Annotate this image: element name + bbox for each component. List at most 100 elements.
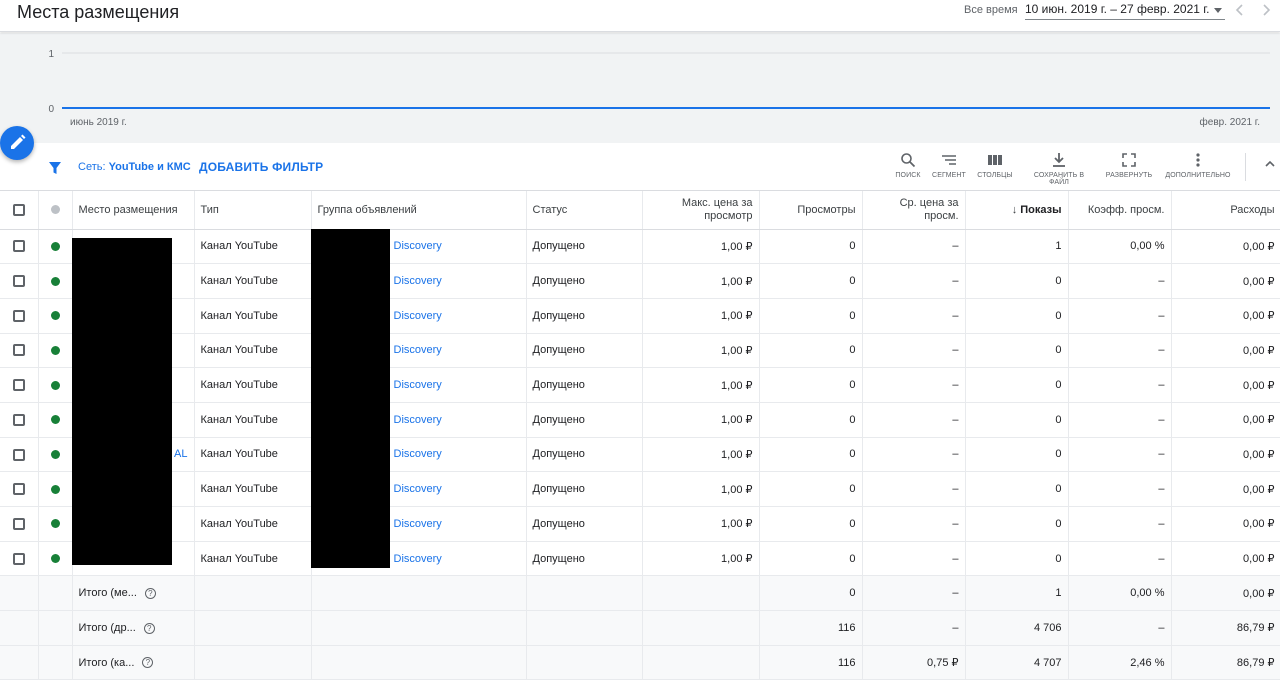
cell-view-rate: – xyxy=(1068,506,1172,542)
redacted-block xyxy=(72,238,172,565)
col-header-avg-cpv[interactable]: Ср. цена за просм. xyxy=(862,191,966,230)
table-row[interactable]: Канал YouTube Discovery Допущено 1,00 ₽0–0–… xyxy=(0,333,1280,369)
add-filter-button[interactable]: ДОБАВИТЬ ФИЛЬТР xyxy=(199,160,323,174)
help-icon[interactable]: ? xyxy=(143,622,155,634)
row-select-cell[interactable] xyxy=(0,541,39,577)
cell-status: Допущено xyxy=(526,437,643,473)
row-checkbox[interactable] xyxy=(12,448,25,461)
more-button[interactable]: ДОПОЛНИТЕЛЬНО xyxy=(1164,152,1232,179)
help-icon[interactable]: ? xyxy=(142,657,154,669)
cell-view-rate: – xyxy=(1068,298,1172,334)
download-button[interactable]: СОХРАНИТЬ В ФАЙЛ xyxy=(1023,152,1095,186)
cell-max-cpv[interactable]: 1,00 ₽ xyxy=(642,229,760,265)
col-header-cost[interactable]: Расходы xyxy=(1171,191,1280,230)
row-checkbox[interactable] xyxy=(12,344,25,357)
fullscreen-button[interactable]: РАЗВЕРНУТЬ xyxy=(1104,152,1154,179)
cell-max-cpv[interactable]: 1,00 ₽ xyxy=(642,367,760,403)
col-header-max-cpv[interactable]: Макс. цена за просмотр xyxy=(642,191,760,230)
row-checkbox[interactable] xyxy=(12,309,25,322)
totals-label-cell: Итого (др...? xyxy=(72,610,195,646)
row-select-cell[interactable] xyxy=(0,333,39,369)
pencil-icon xyxy=(11,134,26,149)
filter-icon[interactable] xyxy=(48,161,62,175)
select-all-cell[interactable] xyxy=(0,191,39,230)
row-select-cell[interactable] xyxy=(0,471,39,507)
totals-empty-cell xyxy=(0,575,39,612)
table-row[interactable]: Канал YouTube Discovery Допущено 1,00 ₽0–0–… xyxy=(0,367,1280,403)
page-header: Места размещения Все время 10 июн. 2019 … xyxy=(0,0,1280,32)
select-all-checkbox[interactable] xyxy=(12,203,25,216)
row-checkbox[interactable] xyxy=(12,552,25,565)
chevron-left-icon[interactable] xyxy=(1233,2,1249,20)
segment-button[interactable]: СЕГМЕНТ xyxy=(930,152,968,179)
row-checkbox[interactable] xyxy=(12,413,25,426)
status-enabled-dot-icon[interactable] xyxy=(50,241,60,251)
totals-label: Итого (ка... xyxy=(78,656,135,669)
row-select-cell[interactable] xyxy=(0,229,39,265)
network-filter-chip[interactable]: Сеть: YouTube и КМС xyxy=(78,161,191,173)
col-header-view-rate[interactable]: Коэфф. просм. xyxy=(1068,191,1172,230)
col-header-views[interactable]: Просмотры xyxy=(759,191,863,230)
row-select-cell[interactable] xyxy=(0,263,39,299)
cell-max-cpv[interactable]: 1,00 ₽ xyxy=(642,263,760,299)
table-header-row: Место размещения Тип Группа объявлений С… xyxy=(0,191,1280,230)
totals-cost: 86,79 ₽ xyxy=(1171,610,1280,646)
row-select-cell[interactable] xyxy=(0,402,39,438)
cell-max-cpv[interactable]: 1,00 ₽ xyxy=(642,333,760,369)
status-enabled-dot-icon[interactable] xyxy=(50,276,60,286)
row-select-cell[interactable] xyxy=(0,437,39,473)
table-row[interactable]: Канал YouTube Discovery Допущено 1,00 ₽0–0–… xyxy=(0,541,1280,577)
help-icon[interactable]: ? xyxy=(144,587,156,599)
totals-views: 116 xyxy=(759,610,863,646)
table-row[interactable]: Канал YouTube Discovery Допущено 1,00 ₽0–0–… xyxy=(0,298,1280,334)
row-checkbox[interactable] xyxy=(12,483,25,496)
status-enabled-dot-icon[interactable] xyxy=(50,484,60,494)
col-header-ad-group[interactable]: Группа объявлений xyxy=(311,191,527,230)
cell-max-cpv[interactable]: 1,00 ₽ xyxy=(642,402,760,438)
row-status-cell xyxy=(38,263,73,299)
row-checkbox[interactable] xyxy=(12,275,25,288)
date-range-picker[interactable]: 10 июн. 2019 г. – 27 февр. 2021 г. xyxy=(1025,2,1225,20)
table-row[interactable]: Канал YouTube Discovery Допущено 1,00 ₽0–0–… xyxy=(0,471,1280,507)
status-enabled-dot-icon[interactable] xyxy=(50,311,60,321)
cell-max-cpv[interactable]: 1,00 ₽ xyxy=(642,541,760,577)
status-enabled-dot-icon[interactable] xyxy=(50,415,60,425)
col-header-type[interactable]: Тип xyxy=(194,191,312,230)
cell-max-cpv[interactable]: 1,00 ₽ xyxy=(642,298,760,334)
search-button[interactable]: ПОИСК xyxy=(893,152,923,179)
cell-cost: 0,00 ₽ xyxy=(1171,471,1280,507)
cell-status: Допущено xyxy=(526,298,643,334)
chevron-down-icon[interactable] xyxy=(1214,8,1222,13)
col-header-impressions[interactable]: ↓ Показы xyxy=(965,191,1069,230)
row-checkbox[interactable] xyxy=(12,240,25,253)
cell-max-cpv[interactable]: 1,00 ₽ xyxy=(642,437,760,473)
cell-avg-cpv: – xyxy=(862,402,966,438)
status-enabled-dot-icon[interactable] xyxy=(50,346,60,355)
row-select-cell[interactable] xyxy=(0,506,39,542)
col-header-status[interactable]: Статус xyxy=(526,191,643,230)
row-checkbox[interactable] xyxy=(12,379,25,392)
status-enabled-dot-icon[interactable] xyxy=(50,519,60,529)
status-enabled-dot-icon[interactable] xyxy=(50,554,60,564)
edit-button[interactable] xyxy=(0,126,34,160)
row-checkbox[interactable] xyxy=(12,517,25,530)
totals-empty-cell xyxy=(526,610,643,646)
table-row[interactable]: Канал YouTube Discovery Допущено 1,00 ₽0–0–… xyxy=(0,506,1280,542)
table-row[interactable]: Канал YouTube Discovery Допущено 1,00 ₽0–1 0… xyxy=(0,229,1280,265)
columns-button[interactable]: СТОЛБЦЫ xyxy=(975,152,1015,179)
table-row[interactable]: Канал YouTube Discovery Допущено 1,00 ₽0–0–… xyxy=(0,402,1280,438)
cell-status: Допущено xyxy=(526,367,643,403)
row-select-cell[interactable] xyxy=(0,367,39,403)
status-enabled-dot-icon[interactable] xyxy=(50,380,60,390)
col-header-placement[interactable]: Место размещения xyxy=(72,191,195,230)
chevron-right-icon[interactable] xyxy=(1259,2,1275,20)
row-select-cell[interactable] xyxy=(0,298,39,334)
status-enabled-dot-icon[interactable] xyxy=(50,450,60,460)
cell-max-cpv[interactable]: 1,00 ₽ xyxy=(642,506,760,542)
table-row[interactable]: Канал YouTube Discovery Допущено 1,00 ₽0–0–… xyxy=(0,263,1280,299)
table-row[interactable]: AL Канал YouTube Discovery Допущено 1,00 ₽0–… xyxy=(0,437,1280,473)
cell-max-cpv[interactable]: 1,00 ₽ xyxy=(642,471,760,507)
status-header-dot-icon xyxy=(50,205,60,215)
row-status-cell xyxy=(38,229,73,265)
chevron-up-icon[interactable] xyxy=(1264,158,1276,170)
